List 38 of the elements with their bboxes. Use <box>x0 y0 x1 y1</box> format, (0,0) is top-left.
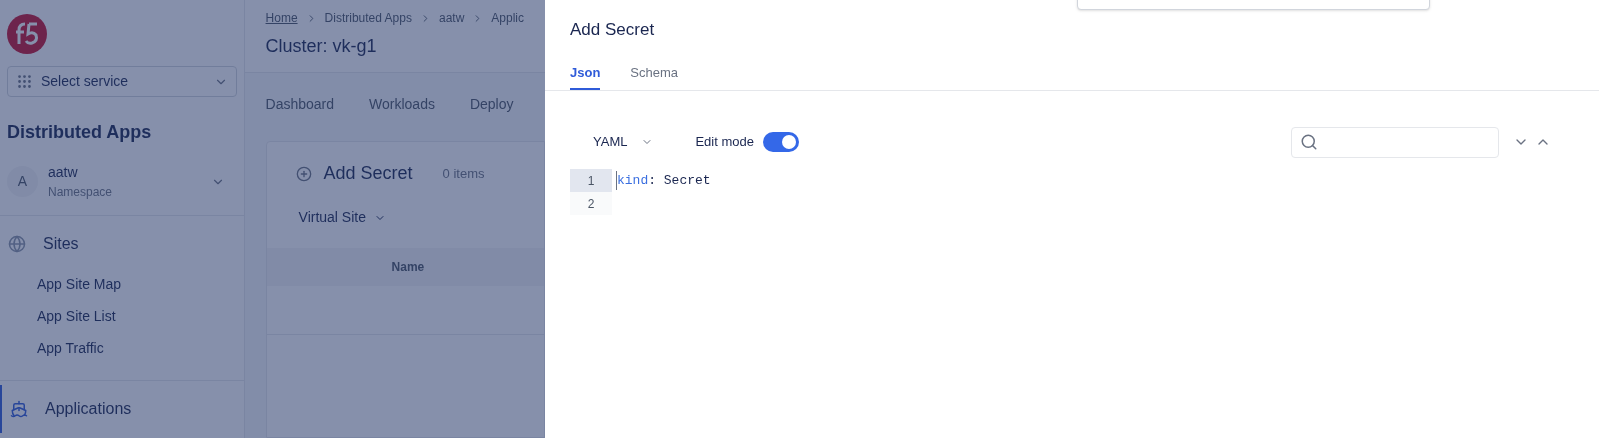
globe-icon <box>8 235 26 253</box>
page-tab[interactable]: Dashboard <box>265 93 335 115</box>
add-icon <box>295 165 312 182</box>
drawer-tab[interactable]: Schema <box>630 62 679 90</box>
virtual-site-filter[interactable]: Virtual Site <box>266 207 544 228</box>
service-select[interactable]: Select service <box>7 66 237 97</box>
drawer-tab[interactable]: Json <box>570 62 601 90</box>
edit-mode-label: Edit mode <box>695 133 754 152</box>
item-count: 0 items <box>442 164 485 183</box>
sidebar-item[interactable]: App Traffic <box>0 332 244 364</box>
breadcrumb[interactable]: Distributed Apps <box>324 9 412 27</box>
namespace-label: Namespace <box>48 184 114 201</box>
format-dropdown[interactable]: YAML <box>593 132 654 152</box>
search-field[interactable] <box>1291 126 1499 158</box>
line-number: 1 <box>570 169 612 192</box>
sidebar-item[interactable]: App Site Map <box>0 268 244 300</box>
sidebar-item[interactable]: App Site List <box>0 300 244 332</box>
grid-icon <box>16 73 33 90</box>
namespace-selector[interactable]: A aatw Namespace <box>0 162 244 216</box>
drawer-title: Add Secret <box>570 19 655 41</box>
avatar: A <box>7 166 38 197</box>
namespace-name: aatw <box>48 163 79 182</box>
sidebar-section[interactable]: Applications <box>0 385 244 433</box>
breadcrumb[interactable]: Applic <box>491 9 524 27</box>
app-title: Distributed Apps <box>6 121 153 144</box>
code-line: kind: Secret <box>616 170 711 191</box>
breadcrumb[interactable]: aatw <box>438 9 465 27</box>
logo-icon <box>7 14 47 54</box>
column-header: Name <box>391 259 425 276</box>
search-icon <box>1300 133 1318 151</box>
line-number: 2 <box>570 192 612 215</box>
breadcrumb[interactable]: Home <box>265 9 298 27</box>
page-title: Cluster: vk-g1 <box>265 35 378 58</box>
sidebar-section[interactable]: Sites <box>0 220 244 268</box>
add-secret-button[interactable]: Add Secret <box>323 160 413 187</box>
page-tab[interactable]: Workloads <box>369 93 435 115</box>
edit-mode-toggle[interactable] <box>763 132 799 152</box>
page-tab[interactable]: Deploy <box>469 93 514 115</box>
